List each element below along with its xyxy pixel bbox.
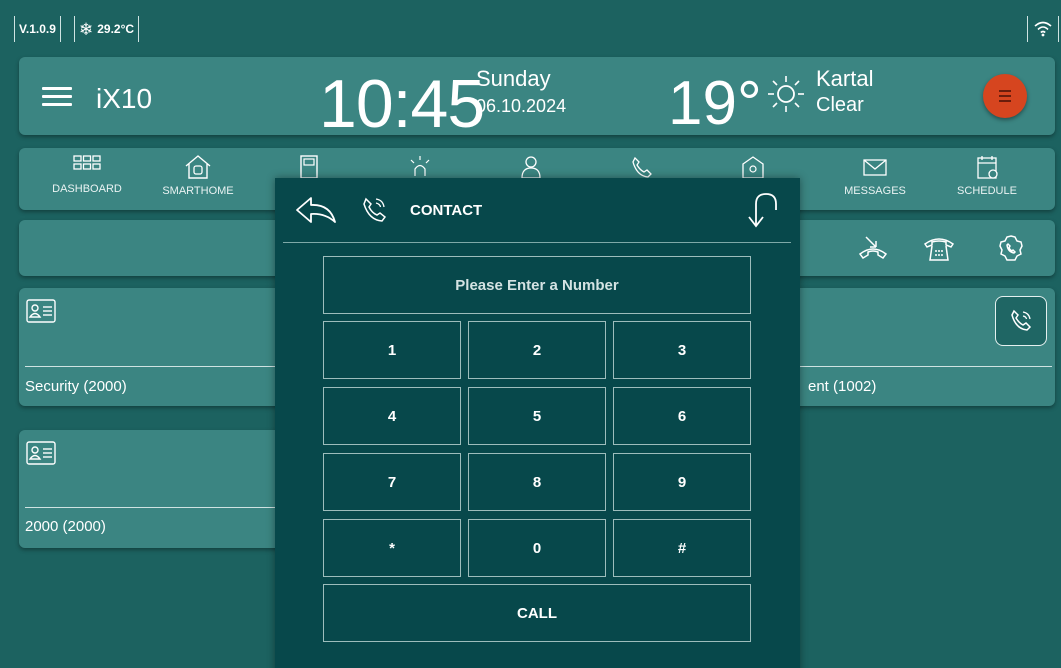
key-1[interactable]: 1	[323, 321, 461, 379]
nav-item-schedule[interactable]: SCHEDULE	[942, 150, 1032, 208]
key-6[interactable]: 6	[613, 387, 751, 445]
number-input[interactable]: Please Enter a Number	[323, 256, 751, 314]
sun-icon	[768, 76, 804, 112]
dialer-divider	[283, 242, 791, 243]
smarthome-icon	[185, 155, 211, 179]
key-9[interactable]: 9	[613, 453, 751, 511]
version-badge: V.1.0.9	[14, 16, 61, 42]
dialer-modal: CONTACT Please Enter a Number 1 2 3 4 5 …	[275, 178, 800, 668]
wifi-badge	[1027, 16, 1059, 42]
envelope-icon	[863, 159, 887, 176]
version-text: V.1.0.9	[19, 22, 56, 36]
key-hash[interactable]: #	[613, 519, 751, 577]
call-button[interactable]: CALL	[323, 584, 751, 642]
nav-item-dashboard[interactable]: DASHBOARD	[42, 150, 132, 208]
options-menu-button[interactable]	[983, 74, 1027, 118]
status-bar	[0, 0, 1061, 48]
contact-name: ent (1002)	[808, 378, 877, 395]
key-star[interactable]: *	[323, 519, 461, 577]
key-3[interactable]: 3	[613, 321, 751, 379]
number-input-placeholder: Please Enter a Number	[455, 276, 619, 294]
wifi-icon	[1034, 21, 1052, 37]
contact-card-icon	[26, 441, 56, 465]
shield-home-icon	[742, 156, 764, 179]
intercom-phone-icon[interactable]	[922, 232, 956, 264]
phone-call-icon	[632, 156, 652, 178]
call-contact-button[interactable]	[995, 296, 1047, 346]
snowflake-icon: ❄	[79, 19, 94, 39]
back-arrow-icon[interactable]	[293, 192, 339, 228]
phone-call-icon	[1011, 309, 1032, 331]
contact-divider	[25, 507, 285, 508]
weather-city: Kartal	[816, 66, 874, 91]
backspace-arrow-icon[interactable]	[742, 190, 782, 230]
call-settings-icon[interactable]	[994, 232, 1028, 264]
nav-item-messages[interactable]: MESSAGES	[830, 150, 920, 208]
indoor-temp-badge: ❄ 29.2°C	[74, 16, 140, 42]
key-5[interactable]: 5	[468, 387, 606, 445]
hamburger-menu-icon[interactable]	[42, 87, 72, 107]
contact-name: Security (2000)	[25, 378, 127, 395]
outdoor-temperature: 19°	[668, 69, 762, 138]
dialer-title: CONTACT	[410, 202, 483, 219]
contact-divider	[25, 366, 285, 367]
alarm-icon	[410, 156, 430, 176]
weather-condition: Clear	[816, 94, 864, 116]
contact-card-icon	[26, 299, 56, 323]
clock-time: 10:45	[319, 66, 485, 142]
dashboard-icon	[73, 155, 101, 170]
door-icon	[300, 155, 318, 179]
indoor-temp-text: 29.2°C	[97, 22, 135, 36]
clock-day: Sunday	[476, 66, 551, 91]
contact-divider	[790, 366, 1052, 367]
app-screen: V.1.0.9 ❄ 29.2°C iX10 10:45 Sunday 06.10…	[0, 0, 1061, 668]
calendar-icon	[977, 156, 998, 179]
clock-date: 06.10.2024	[476, 96, 567, 116]
key-4[interactable]: 4	[323, 387, 461, 445]
nav-label: DASHBOARD	[52, 183, 122, 195]
key-2[interactable]: 2	[468, 321, 606, 379]
brand-title: iX10	[96, 83, 153, 114]
concierge-icon	[521, 156, 541, 179]
nav-item-smarthome[interactable]: SMARTHOME	[153, 150, 243, 208]
contact-name: 2000 (2000)	[25, 518, 106, 535]
key-0[interactable]: 0	[468, 519, 606, 577]
key-8[interactable]: 8	[468, 453, 606, 511]
missed-call-icon[interactable]	[856, 232, 890, 264]
nav-label: MESSAGES	[844, 185, 906, 197]
phone-call-icon	[363, 197, 387, 222]
nav-label: SMARTHOME	[162, 185, 234, 197]
nav-label: SCHEDULE	[957, 185, 1017, 197]
key-7[interactable]: 7	[323, 453, 461, 511]
